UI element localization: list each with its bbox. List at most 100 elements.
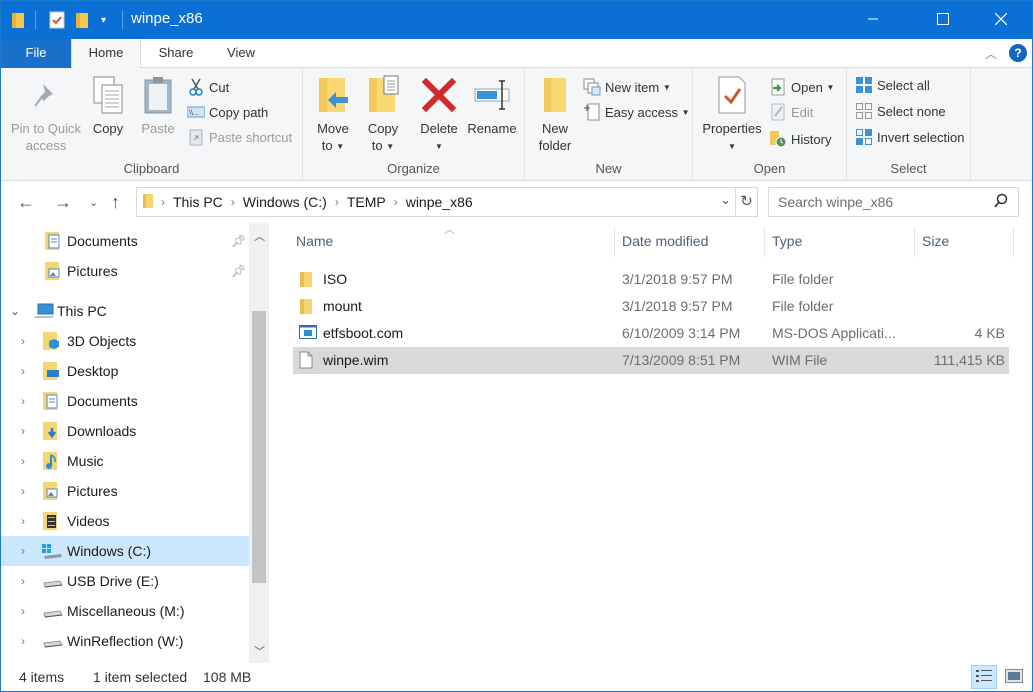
file-date: 6/10/2009 3:14 PM (622, 325, 741, 341)
chevron-right-icon[interactable]: › (21, 604, 25, 618)
file-row[interactable]: winpe.wim 7/13/2009 8:51 PM WIM File 111,41… (293, 347, 1009, 374)
close-icon (994, 12, 1008, 28)
file-row[interactable]: ISO 3/1/2018 9:57 PM File folder (293, 266, 1009, 293)
scroll-down-icon[interactable]: ﹀ (254, 643, 265, 659)
chevron-down-icon[interactable]: ⌄ (10, 304, 20, 318)
address-bar[interactable]: › This PC › Windows (C:) › TEMP › winpe_… (136, 187, 758, 217)
new-folder-button[interactable]: New folder (533, 74, 577, 154)
file-size: 111,415 KB (933, 352, 1005, 368)
minimize-button[interactable] (850, 1, 896, 39)
file-explorer-window: ▾ winpe_x86 File Home Share View ︿ ? Pin… (0, 0, 1033, 692)
pin-icon[interactable]: 📌︎ (231, 234, 246, 248)
tab-view[interactable]: View (206, 39, 276, 68)
up-button[interactable]: ↑ (111, 192, 120, 213)
details-view-button[interactable] (971, 665, 997, 689)
address-dropdown-icon[interactable]: ⌄ (720, 192, 731, 208)
file-type: File folder (772, 271, 834, 287)
new-folder-icon (541, 75, 569, 119)
breadcrumb-temp[interactable]: TEMP (347, 194, 386, 210)
history-button[interactable]: History (769, 128, 831, 150)
paste-button[interactable]: Paste (137, 74, 179, 137)
nav-pane-scrollbar[interactable]: ︿ ﹀ (249, 223, 269, 663)
nav-item-quick-pictures[interactable]: Pictures 📌︎ (1, 256, 249, 286)
scroll-up-icon[interactable]: ︿ (254, 228, 265, 244)
nav-item-this-pc[interactable]: ⌄ This PC (1, 296, 249, 326)
copy-path-icon: \\... (187, 103, 205, 121)
new-group-label: New (595, 161, 622, 176)
file-row[interactable]: mount 3/1/2018 9:57 PM File folder (293, 293, 1009, 320)
properties-icon[interactable] (49, 10, 65, 30)
nav-item-videos[interactable]: › Videos (1, 506, 249, 536)
new-folder-icon[interactable] (75, 10, 89, 30)
refresh-icon[interactable]: ↻ (735, 188, 757, 216)
search-icon[interactable] (994, 193, 1008, 212)
large-icons-view-button[interactable] (1001, 665, 1027, 689)
forward-button[interactable]: → (54, 192, 72, 213)
recent-locations-button[interactable]: ⌄ (89, 196, 98, 209)
tab-file[interactable]: File (1, 39, 71, 68)
chevron-right-icon[interactable]: › (21, 364, 25, 378)
column-header-date-modified[interactable]: Date modified (622, 223, 708, 259)
nav-item-documents[interactable]: › Documents (1, 386, 249, 416)
copy-button[interactable]: Copy (87, 74, 129, 137)
nav-item-desktop[interactable]: › Desktop (1, 356, 249, 386)
chevron-right-icon[interactable]: › (21, 484, 25, 498)
videos-icon (41, 511, 61, 531)
edit-button[interactable]: Edit (769, 101, 813, 123)
tab-home[interactable]: Home (71, 39, 141, 69)
column-header-name[interactable]: Name (296, 223, 333, 259)
chevron-right-icon[interactable]: › (21, 574, 25, 588)
customize-dropdown-icon[interactable]: ▾ (101, 10, 106, 30)
rename-button[interactable]: Rename (465, 74, 519, 137)
new-group: New folder New item ▼ Easy access ▼ New (525, 68, 693, 180)
nav-item-music[interactable]: › Music (1, 446, 249, 476)
breadcrumb-this-pc[interactable]: This PC (173, 194, 223, 210)
chevron-right-icon[interactable]: › (21, 394, 25, 408)
tab-share[interactable]: Share (141, 39, 211, 68)
properties-button[interactable]: Properties ▼ (699, 74, 765, 155)
column-header-type[interactable]: Type (772, 223, 802, 259)
nav-item-winreflection-w[interactable]: › WinReflection (W:) (1, 626, 249, 656)
easy-access-button[interactable]: Easy access ▼ (583, 101, 690, 123)
dropdown-caret-icon: ▼ (826, 82, 835, 92)
paste-shortcut-button[interactable]: Paste shortcut (187, 126, 292, 148)
search-input[interactable]: Search winpe_x86 (778, 194, 893, 210)
scrollbar-thumb[interactable] (252, 311, 266, 583)
invert-selection-button[interactable]: Invert selection (855, 126, 964, 148)
nav-item-pictures[interactable]: › Pictures (1, 476, 249, 506)
cut-button[interactable]: Cut (187, 76, 229, 98)
nav-item-windows-c[interactable]: › Windows (C:) (1, 536, 249, 566)
breadcrumb-windows-c[interactable]: Windows (C:) (243, 194, 327, 210)
move-to-button[interactable]: Move to ▼ (311, 74, 355, 155)
chevron-right-icon[interactable]: › (21, 424, 25, 438)
easy-access-icon (583, 103, 601, 121)
delete-button[interactable]: Delete ▼ (417, 74, 461, 155)
close-button[interactable] (978, 1, 1024, 39)
chevron-right-icon[interactable]: › (21, 634, 25, 648)
nav-item-quick-documents[interactable]: Documents 📌︎ (1, 226, 249, 256)
file-row[interactable]: etfsboot.com 6/10/2009 3:14 PM MS-DOS Appl… (293, 320, 1009, 347)
nav-item-usb-drive-e[interactable]: › USB Drive (E:) (1, 566, 249, 596)
search-box[interactable]: Search winpe_x86 (768, 187, 1019, 217)
pin-to-quick-access-button[interactable]: Pin to Quick access (7, 74, 85, 154)
chevron-right-icon[interactable]: › (21, 514, 25, 528)
help-icon[interactable]: ? (1009, 44, 1027, 62)
open-button[interactable]: Open ▼ (769, 76, 834, 98)
select-all-button[interactable]: Select all (855, 74, 930, 96)
pin-icon[interactable]: 📌︎ (231, 264, 246, 278)
collapse-ribbon-icon[interactable]: ︿ (985, 45, 997, 62)
nav-item-downloads[interactable]: › Downloads (1, 416, 249, 446)
maximize-button[interactable] (920, 1, 966, 39)
chevron-right-icon[interactable]: › (21, 334, 25, 348)
select-none-button[interactable]: Select none (855, 100, 946, 122)
chevron-right-icon[interactable]: › (21, 544, 25, 558)
nav-item-3d-objects[interactable]: › 3D Objects (1, 326, 249, 356)
breadcrumb-winpe-x86[interactable]: winpe_x86 (406, 194, 473, 210)
back-button[interactable]: ← (17, 192, 35, 213)
chevron-right-icon[interactable]: › (21, 454, 25, 468)
new-item-button[interactable]: New item ▼ (583, 76, 671, 98)
column-header-size[interactable]: Size (922, 223, 949, 259)
copy-path-button[interactable]: \\... Copy path (187, 101, 268, 123)
nav-item-miscellaneous-m[interactable]: › Miscellaneous (M:) (1, 596, 249, 626)
copy-to-button[interactable]: Copy to ▼ (361, 74, 405, 155)
